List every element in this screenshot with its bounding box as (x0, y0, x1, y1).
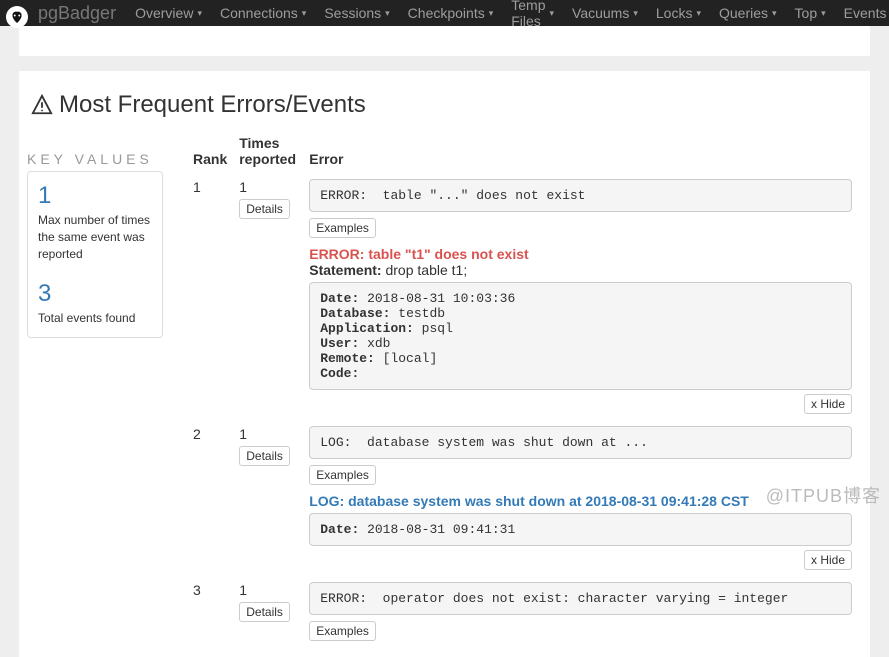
detail-block: Date: 2018-08-31 09:41:31 (309, 513, 852, 546)
col-times: Times reported (233, 129, 303, 173)
times-cell: 1 Details (233, 576, 303, 647)
table-row: 3 1 Details ERROR: operator does not exi… (187, 576, 858, 647)
examples-button[interactable]: Examples (309, 218, 376, 238)
hide-button[interactable]: x Hide (804, 394, 852, 414)
errors-table: Rank Times reported Error 1 1 Details ER… (187, 129, 858, 647)
table-row: 2 1 Details LOG: database system was shu… (187, 420, 858, 576)
nav-tempfiles[interactable]: Temp Files▾ (502, 0, 563, 26)
badger-icon (8, 8, 26, 26)
navbar: pgBadger Overview▾ Connections▾ Sessions… (0, 0, 889, 26)
panel-title: Most Frequent Errors/Events (19, 91, 870, 119)
key-values-heading: Key values (27, 151, 163, 167)
errors-table-wrap: Rank Times reported Error 1 1 Details ER… (175, 129, 870, 647)
col-rank: Rank (187, 129, 233, 173)
brand: pgBadger (38, 3, 116, 24)
error-cell: ERROR: table "..." does not exist Exampl… (303, 173, 858, 420)
examples-button[interactable]: Examples (309, 465, 376, 485)
hide-button[interactable]: x Hide (804, 550, 852, 570)
details-button[interactable]: Details (239, 446, 290, 466)
error-mono: LOG: database system was shut down at ..… (309, 426, 852, 459)
error-mono: ERROR: operator does not exist: characte… (309, 582, 852, 615)
nav-events[interactable]: Events▾ (835, 0, 889, 26)
logo (6, 6, 28, 28)
table-row: 1 1 Details ERROR: table "..." does not … (187, 173, 858, 420)
nav-overview[interactable]: Overview▾ (126, 0, 211, 26)
nav-connections[interactable]: Connections▾ (211, 0, 315, 26)
nav-locks[interactable]: Locks▾ (647, 0, 710, 26)
nav-top[interactable]: Top▾ (786, 0, 835, 26)
detail-block: Date: 2018-08-31 10:03:36 Database: test… (309, 282, 852, 390)
nav-sessions[interactable]: Sessions▾ (315, 0, 398, 26)
nav-queries[interactable]: Queries▾ (710, 0, 786, 26)
nav-checkpoints[interactable]: Checkpoints▾ (399, 0, 503, 26)
times-cell: 1 Details (233, 420, 303, 576)
watermark: @ITPUB博客 (766, 482, 881, 508)
examples-button[interactable]: Examples (309, 621, 376, 641)
times-cell: 1 Details (233, 173, 303, 420)
spacer (19, 26, 870, 56)
kv-total-count: 3 (38, 280, 152, 308)
error-cell: ERROR: operator does not exist: characte… (303, 576, 858, 647)
error-detail-line: ERROR: table "t1" does not exist Stateme… (309, 246, 852, 278)
rank-cell: 2 (187, 420, 233, 576)
rank-cell: 1 (187, 173, 233, 420)
key-values-section: Key values 1 Max number of times the sam… (27, 151, 163, 338)
kv-max-count: 1 (38, 182, 152, 210)
rank-cell: 3 (187, 576, 233, 647)
panel: Most Frequent Errors/Events Key values 1… (19, 71, 870, 657)
kv-max-desc: Max number of times the same event was r… (38, 212, 152, 262)
details-button[interactable]: Details (239, 199, 290, 219)
nav-vacuums[interactable]: Vacuums▾ (563, 0, 647, 26)
col-error: Error (303, 129, 858, 173)
key-values-box: 1 Max number of times the same event was… (27, 171, 163, 338)
error-mono: ERROR: table "..." does not exist (309, 179, 852, 212)
details-button[interactable]: Details (239, 602, 290, 622)
warning-icon (31, 94, 53, 116)
kv-total-desc: Total events found (38, 310, 152, 327)
